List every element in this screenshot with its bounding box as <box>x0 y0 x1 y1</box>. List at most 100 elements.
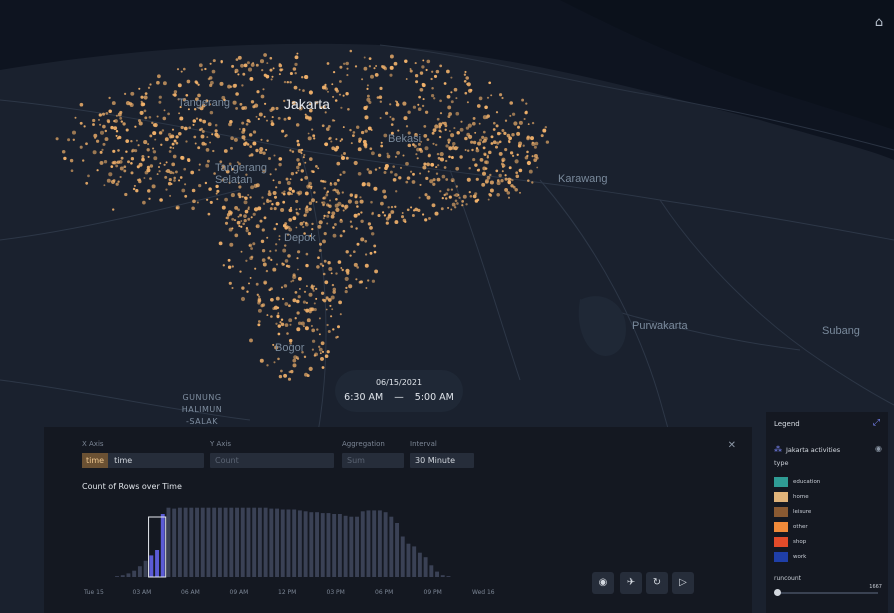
activity-point <box>481 135 485 139</box>
activity-point <box>414 62 417 65</box>
activity-point <box>290 280 293 283</box>
activity-point <box>315 165 318 168</box>
activity-point <box>434 124 439 129</box>
time-histogram[interactable]: Tue 15 03 AM 06 AM 09 AM 12 PM 03 PM 06 PM 09 P… <box>80 497 520 602</box>
size-slider-handle[interactable] <box>774 589 781 596</box>
aggregation-select[interactable]: Sum <box>342 453 404 468</box>
activity-point <box>440 207 444 211</box>
activity-point <box>132 187 136 191</box>
city-label-jakarta: Jakarta <box>284 96 330 112</box>
activity-point <box>297 295 301 299</box>
expand-icon[interactable]: ⤢ <box>873 418 880 428</box>
activity-point <box>235 106 239 110</box>
activity-point <box>70 169 74 173</box>
activity-point <box>281 191 284 195</box>
activity-point <box>102 142 106 146</box>
histogram-bar <box>435 571 439 577</box>
activity-point <box>335 138 338 141</box>
activity-point <box>127 160 130 164</box>
activity-point <box>250 216 253 219</box>
activity-point <box>173 176 176 180</box>
activity-point <box>266 364 269 367</box>
histogram-bar <box>120 575 125 577</box>
legend-panel: Legend ⤢ ⁂ Jakarta activities ◉ type educ… <box>766 412 888 613</box>
activity-point <box>205 163 210 168</box>
activity-point <box>267 192 272 197</box>
activity-point <box>301 76 304 79</box>
activity-point <box>454 206 457 209</box>
map-style-icon[interactable]: ⌂ <box>870 14 888 32</box>
activity-point <box>316 328 319 331</box>
activity-point <box>478 122 481 125</box>
activity-point <box>402 154 405 157</box>
play-icon[interactable]: ▷ <box>672 572 694 594</box>
activity-point <box>326 323 329 327</box>
activity-point <box>509 151 514 155</box>
activity-point <box>414 74 419 78</box>
y-axis-label: Y Axis <box>210 440 232 448</box>
histogram-bar <box>292 509 297 577</box>
activity-point <box>426 138 430 141</box>
activity-point <box>527 179 530 182</box>
activity-point <box>286 332 289 335</box>
activity-point <box>284 302 289 306</box>
activity-point <box>373 67 376 70</box>
loop-icon[interactable]: ↻ <box>646 572 668 594</box>
activity-point <box>474 131 477 134</box>
activity-point <box>209 83 213 87</box>
eye-icon[interactable]: ◉ <box>875 444 882 453</box>
activity-point <box>163 109 166 112</box>
activity-point <box>278 374 283 379</box>
legend-swatch <box>774 491 788 502</box>
activity-point <box>476 198 480 202</box>
activity-point <box>297 148 302 154</box>
activity-point <box>130 157 135 161</box>
activity-point <box>249 76 254 81</box>
eye-icon[interactable]: ◉ <box>592 572 614 594</box>
activity-point <box>243 214 247 218</box>
activity-point <box>248 282 250 285</box>
activity-point <box>367 222 372 226</box>
activity-point <box>455 185 458 188</box>
histogram-bar <box>303 511 308 577</box>
activity-point <box>277 116 281 120</box>
activity-point <box>397 129 400 132</box>
activity-point <box>364 263 369 268</box>
activity-point <box>290 172 295 176</box>
activity-point <box>152 131 157 136</box>
activity-point <box>159 162 162 165</box>
close-icon[interactable]: ✕ <box>728 440 736 451</box>
activity-point <box>462 194 467 199</box>
y-axis-select[interactable]: Count <box>210 453 334 468</box>
activity-point <box>277 357 280 361</box>
activity-point <box>443 82 447 85</box>
activity-point <box>237 73 240 76</box>
activity-point <box>112 208 115 211</box>
activity-point <box>169 135 173 139</box>
histogram-bar <box>246 507 251 577</box>
activity-point <box>366 168 370 171</box>
activity-point <box>382 65 386 70</box>
activity-point <box>447 105 452 110</box>
activity-point <box>297 169 300 172</box>
histogram-bar <box>337 514 342 577</box>
activity-point <box>394 205 397 208</box>
activity-point <box>378 166 381 169</box>
activity-point <box>448 130 451 133</box>
activity-point <box>269 207 273 211</box>
activity-point <box>195 117 199 120</box>
x-tick-label: 03 PM <box>327 589 345 596</box>
activity-point <box>511 154 515 158</box>
activity-point <box>489 173 492 177</box>
legend-item: other <box>774 521 808 533</box>
pin-icon[interactable]: ✈ <box>620 572 642 594</box>
activity-point <box>99 130 105 135</box>
interval-select[interactable]: 30 Minute <box>410 453 474 468</box>
activity-point <box>104 129 108 133</box>
x-axis-select[interactable]: time time <box>82 453 204 468</box>
activity-point <box>242 222 246 226</box>
activity-point <box>291 150 295 153</box>
activity-point <box>405 161 409 166</box>
activity-point <box>245 122 249 126</box>
activity-point <box>247 217 251 221</box>
